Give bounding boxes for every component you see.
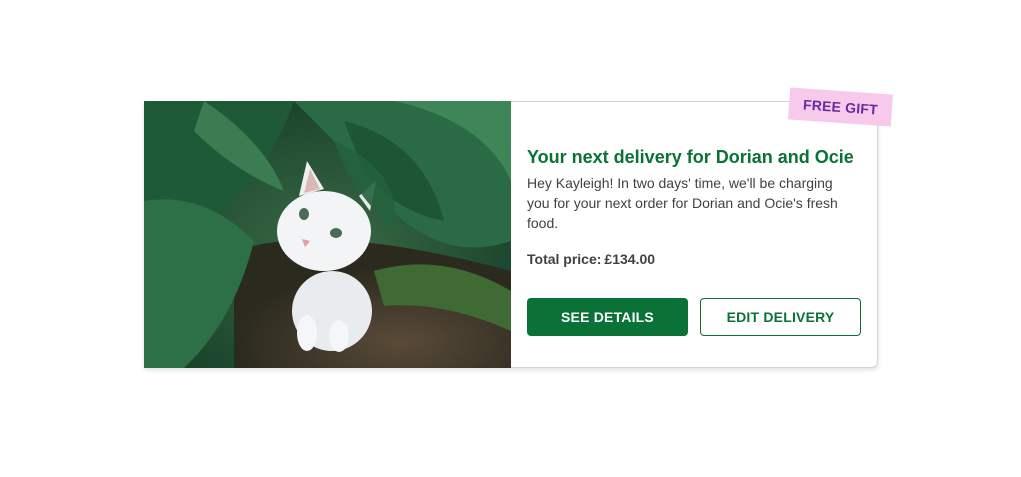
delivery-card: Your next delivery for Dorian and Ocie H… [144,101,878,368]
price-value: £134.00 [604,251,656,267]
delivery-title: Your next delivery for Dorian and Ocie [527,147,854,167]
total-price: Total price: £134.00 [527,249,861,269]
card-actions: SEE DETAILS EDIT DELIVERY [527,298,861,336]
price-label: Total price: [527,251,602,267]
edit-delivery-button[interactable]: EDIT DELIVERY [700,298,861,336]
cat-photo [144,101,511,368]
card-content: Your next delivery for Dorian and Ocie H… [511,102,877,367]
delivery-message: Hey Kayleigh! In two days' time, we'll b… [527,175,838,231]
see-details-button[interactable]: SEE DETAILS [527,298,688,336]
